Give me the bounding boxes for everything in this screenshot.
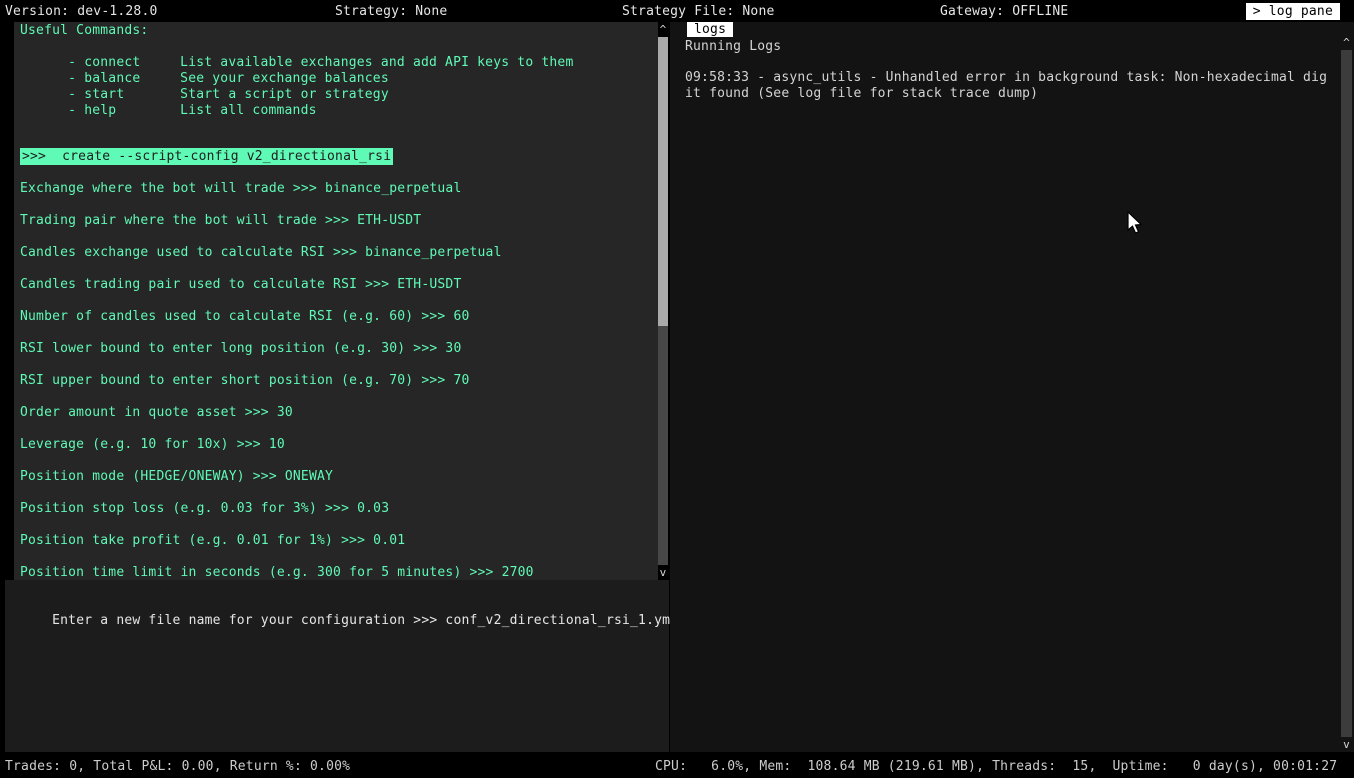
bottom-status-bar: Trades: 0, Total P&L: 0.00, Return %: 0.… [0, 752, 1354, 778]
config-prompt-line: Candles exchange used to calculate RSI >… [20, 246, 534, 259]
trades-status-label: Trades: 0, Total P&L: 0.00, Return %: 0.… [5, 759, 350, 774]
input-value: conf_v2_directional_rsi_1.yml [445, 613, 678, 628]
scrollbar-track[interactable] [1341, 50, 1352, 737]
scroll-down-arrow-icon[interactable]: v [658, 565, 668, 580]
mouse-pointer-icon [1124, 210, 1142, 236]
config-prompt-line: Position take profit (e.g. 0.01 for 1%) … [20, 534, 534, 547]
log-pane-scrollbar[interactable]: ^ v [1341, 35, 1352, 752]
command-description: Start a script or strategy [180, 87, 389, 102]
version-label: Version: dev-1.28.0 [5, 4, 158, 19]
useful-commands-title: Useful Commands: [20, 23, 573, 39]
scroll-up-arrow-icon[interactable]: ^ [658, 22, 668, 37]
config-prompt-history: Exchange where the bot will trade >>> bi… [20, 182, 534, 580]
config-prompt-line: Position mode (HEDGE/ONEWAY) >>> ONEWAY [20, 470, 534, 483]
log-pane[interactable]: logs Running Logs 09:58:33 - async_utils… [670, 22, 1354, 752]
config-prompt-line: Exchange where the bot will trade >>> bi… [20, 182, 534, 195]
config-prompt-line: Candles trading pair used to calculate R… [20, 278, 534, 291]
strategy-label: Strategy: None [335, 4, 447, 19]
log-pane-title: Running Logs [685, 39, 781, 54]
top-status-bar: Version: dev-1.28.0 Strategy: None Strat… [0, 0, 1354, 22]
command-input[interactable]: Enter a new file name for your configura… [20, 598, 686, 613]
config-prompt-line: Order amount in quote asset >>> 30 [20, 406, 534, 419]
log-line: it found (See log file for stack trace d… [685, 86, 1335, 102]
scrollbar-track[interactable] [658, 326, 668, 565]
strategy-file-label: Strategy File: None [622, 4, 775, 19]
useful-commands-block: Useful Commands: - connectList available… [20, 23, 573, 103]
command-input-pane[interactable]: Enter a new file name for your configura… [5, 580, 669, 752]
output-pane-scrollbar[interactable]: ^ v [658, 22, 668, 580]
scrollbar-thumb[interactable] [658, 37, 668, 326]
input-prompt-text: Enter a new file name for your configura… [52, 613, 445, 628]
config-prompt-line: Trading pair where the bot will trade >>… [20, 214, 534, 227]
scroll-up-arrow-icon[interactable]: ^ [1341, 35, 1352, 50]
command-description: See your exchange balances [180, 71, 389, 86]
config-prompt-line: RSI upper bound to enter short position … [20, 374, 534, 387]
config-prompt-line: Number of candles used to calculate RSI … [20, 310, 534, 323]
command-name: - help [68, 103, 180, 119]
system-resources-label: CPU: 6.0%, Mem: 108.64 MB (219.61 MB), T… [655, 759, 1337, 774]
config-prompt-line: Position stop loss (e.g. 0.03 for 3%) >>… [20, 502, 534, 515]
config-prompt-line: Position time limit in seconds (e.g. 300… [20, 566, 534, 579]
executed-command-highlight: >>> create --script-config v2_directiona… [20, 148, 393, 165]
output-pane[interactable]: Useful Commands: - connectList available… [14, 22, 658, 580]
command-help-row: - connectList available exchanges and ad… [20, 39, 573, 55]
command-description: List all commands [180, 103, 316, 118]
scroll-down-arrow-icon[interactable]: v [1341, 737, 1352, 752]
log-line: 09:58:33 - async_utils - Unhandled error… [685, 70, 1335, 86]
command-description: List available exchanges and add API key… [180, 55, 573, 70]
command-name: - balance [68, 71, 180, 87]
gateway-status-label: Gateway: OFFLINE [940, 4, 1068, 19]
config-prompt-line: Leverage (e.g. 10 for 10x) >>> 10 [20, 438, 534, 451]
config-prompt-line: RSI lower bound to enter long position (… [20, 342, 534, 355]
log-output: 09:58:33 - async_utils - Unhandled error… [685, 70, 1335, 102]
command-name: - connect [68, 55, 180, 71]
command-name: - start [68, 87, 180, 103]
log-pane-toggle-button[interactable]: > log pane [1246, 3, 1340, 20]
tab-logs[interactable]: logs [687, 22, 733, 37]
